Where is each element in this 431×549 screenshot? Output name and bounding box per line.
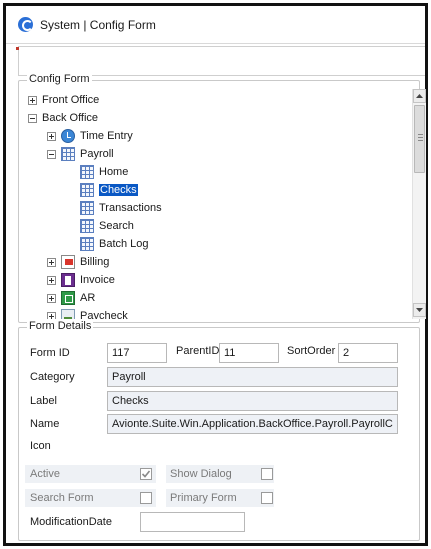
- tree-node[interactable]: Transactions: [80, 199, 162, 217]
- expand-icon[interactable]: [47, 275, 56, 285]
- config-form-legend: Config Form: [27, 73, 92, 85]
- tree-node[interactable]: Checks: [80, 181, 138, 199]
- toolbar: [16, 46, 425, 76]
- primary-form-label: Primary Form: [170, 492, 237, 504]
- expand-icon[interactable]: [47, 131, 56, 141]
- expand-icon[interactable]: [47, 311, 56, 319]
- label-field[interactable]: Checks: [107, 391, 398, 411]
- form-id-label: Form ID: [30, 347, 70, 359]
- label-label: Label: [30, 395, 57, 407]
- config-form-window: System | Config Form Config Form Front O…: [3, 3, 428, 546]
- sort-order-label: SortOrder: [287, 345, 336, 357]
- tree-node-label: Batch Log: [99, 238, 149, 250]
- grid-icon: [61, 147, 75, 161]
- tree-node-label: Checks: [99, 184, 138, 196]
- paycheck-icon: [61, 309, 75, 319]
- tree-node-label: Home: [99, 166, 129, 178]
- tree-node-label: Transactions: [99, 202, 162, 214]
- scroll-down-arrow-icon: [416, 308, 423, 312]
- collapse-icon[interactable]: [47, 149, 56, 159]
- collapse-icon[interactable]: [28, 113, 37, 123]
- tree-node[interactable]: Time Entry: [47, 127, 133, 145]
- tree-node[interactable]: Search: [80, 217, 134, 235]
- scroll-up-button[interactable]: [413, 89, 426, 103]
- scroll-up-arrow-icon: [416, 94, 423, 98]
- config-tree[interactable]: Front Office Back Office Time Entry Payroll…: [24, 89, 410, 319]
- app-logo-icon: [18, 17, 33, 32]
- grid-icon: [80, 183, 94, 197]
- scroll-down-button[interactable]: [413, 303, 426, 317]
- icon-label: Icon: [30, 440, 51, 452]
- show-dialog-checkbox[interactable]: [261, 468, 273, 480]
- grid-icon: [80, 165, 94, 179]
- checkmark-icon: [141, 470, 151, 478]
- search-form-label: Search Form: [30, 492, 94, 504]
- parent-id-label: ParentID: [176, 345, 220, 357]
- tree-node-label: Payroll: [80, 148, 114, 160]
- tree-node[interactable]: Billing: [47, 253, 109, 271]
- tree-node-label: Search: [99, 220, 134, 232]
- tree-node[interactable]: Invoice: [47, 271, 115, 289]
- tree-node[interactable]: Back Office: [28, 109, 98, 127]
- config-form-group: Config Form Front Office Back Office Time …: [18, 73, 426, 323]
- tree-node[interactable]: Front Office: [28, 91, 99, 109]
- modification-date-field[interactable]: [140, 512, 245, 532]
- tree-node-label: Billing: [80, 256, 110, 268]
- window-title: System | Config Form: [40, 17, 156, 32]
- title-bar: System | Config Form: [6, 6, 425, 44]
- category-field[interactable]: Payroll: [107, 367, 398, 387]
- toolbar-marker: [16, 47, 19, 50]
- tree-node-label: Invoice: [80, 274, 115, 286]
- tree-node-label: Back Office: [42, 112, 99, 124]
- form-id-field[interactable]: 117: [107, 343, 167, 363]
- search-form-checkbox[interactable]: [140, 492, 152, 504]
- tree-node[interactable]: AR: [47, 289, 95, 307]
- parent-id-field[interactable]: 11: [219, 343, 279, 363]
- expand-icon[interactable]: [28, 95, 37, 105]
- ar-icon: [61, 291, 75, 305]
- grid-icon: [80, 219, 94, 233]
- sort-order-field[interactable]: 2: [338, 343, 398, 363]
- active-label: Active: [30, 468, 60, 480]
- form-details-group: Form Details Form ID 117 ParentID 11 Sor…: [18, 320, 420, 541]
- grid-icon: [80, 201, 94, 215]
- tree-node-label: Front Office: [42, 94, 100, 106]
- modification-date-label: ModificationDate: [30, 516, 112, 528]
- tree-node-label: Paycheck: [80, 310, 128, 319]
- name-label: Name: [30, 418, 60, 430]
- tree-scrollbar[interactable]: [412, 89, 426, 319]
- category-label: Category: [30, 371, 75, 383]
- tree-node[interactable]: Paycheck: [47, 307, 128, 319]
- form-details-legend: Form Details: [27, 320, 94, 332]
- show-dialog-label: Show Dialog: [170, 468, 232, 480]
- billing-icon: [61, 255, 75, 269]
- clock-icon: [61, 129, 75, 143]
- tree-node-label: AR: [80, 292, 96, 304]
- tree-node[interactable]: Home: [80, 163, 128, 181]
- active-checkbox[interactable]: [140, 468, 152, 480]
- grid-icon: [80, 237, 94, 251]
- expand-icon[interactable]: [47, 257, 56, 267]
- tree-node-label: Time Entry: [80, 130, 133, 142]
- tree-node[interactable]: Batch Log: [80, 235, 149, 253]
- name-field[interactable]: Avionte.Suite.Win.Application.BackOffice…: [107, 414, 398, 434]
- expand-icon[interactable]: [47, 293, 56, 303]
- tree-node[interactable]: Payroll: [47, 145, 114, 163]
- scroll-thumb[interactable]: [414, 105, 425, 173]
- invoice-icon: [61, 273, 75, 287]
- primary-form-checkbox[interactable]: [261, 492, 273, 504]
